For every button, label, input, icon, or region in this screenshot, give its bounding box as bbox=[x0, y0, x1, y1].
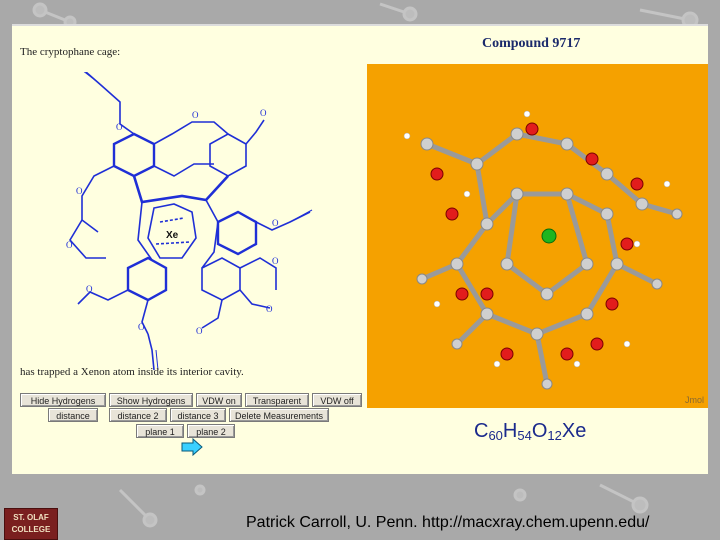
credit-footer: Patrick Carroll, U. Penn. http://macxray… bbox=[246, 514, 650, 531]
jmol-label: Jmol bbox=[684, 395, 704, 405]
xenon-caption: has trapped a Xenon atom inside its inte… bbox=[20, 366, 244, 378]
vdw-on-button[interactable]: VDW on bbox=[196, 393, 242, 407]
transparent-button[interactable]: Transparent bbox=[245, 393, 309, 407]
distance-button[interactable]: distance bbox=[48, 408, 98, 422]
show-hydrogens-button[interactable]: Show Hydrogens bbox=[109, 393, 193, 407]
plane-1-button[interactable]: plane 1 bbox=[136, 424, 184, 438]
svg-text:O: O bbox=[192, 110, 199, 120]
jmol-viewer[interactable]: Jmol bbox=[367, 64, 708, 408]
svg-text:O: O bbox=[196, 326, 203, 336]
svg-text:O: O bbox=[116, 122, 123, 132]
svg-text:O: O bbox=[260, 108, 267, 118]
svg-text:O: O bbox=[266, 304, 273, 314]
next-arrow-icon[interactable] bbox=[181, 438, 203, 456]
xenon-label: Xe bbox=[166, 230, 179, 241]
cryptophane-title: The cryptophane cage: bbox=[20, 46, 121, 58]
distance-3-button[interactable]: distance 3 bbox=[170, 408, 226, 422]
svg-text:O: O bbox=[272, 218, 279, 228]
svg-text:O: O bbox=[66, 240, 73, 250]
svg-text:O: O bbox=[86, 284, 93, 294]
cryptophane-structure-diagram: O O O O O O O O O O O Xe bbox=[66, 72, 313, 371]
xenon-atom-sphere bbox=[541, 228, 557, 244]
molecular-formula: C60H54O12Xe bbox=[474, 420, 587, 443]
slide-panel: The cryptophane cage: O O O O O O O O O … bbox=[12, 24, 708, 474]
vdw-off-button[interactable]: VDW off bbox=[312, 393, 362, 407]
hide-hydrogens-button[interactable]: Hide Hydrogens bbox=[20, 393, 106, 407]
compound-title: Compound 9717 bbox=[482, 36, 581, 51]
distance-2-button[interactable]: distance 2 bbox=[109, 408, 167, 422]
svg-text:O: O bbox=[138, 322, 145, 332]
svg-text:O: O bbox=[272, 256, 279, 266]
delete-measurements-button[interactable]: Delete Measurements bbox=[229, 408, 329, 422]
svg-text:O: O bbox=[76, 186, 83, 196]
st-olaf-logo: ST. OLAF COLLEGE bbox=[4, 508, 58, 540]
molecule-3d-render[interactable] bbox=[367, 64, 708, 408]
plane-2-button[interactable]: plane 2 bbox=[187, 424, 235, 438]
